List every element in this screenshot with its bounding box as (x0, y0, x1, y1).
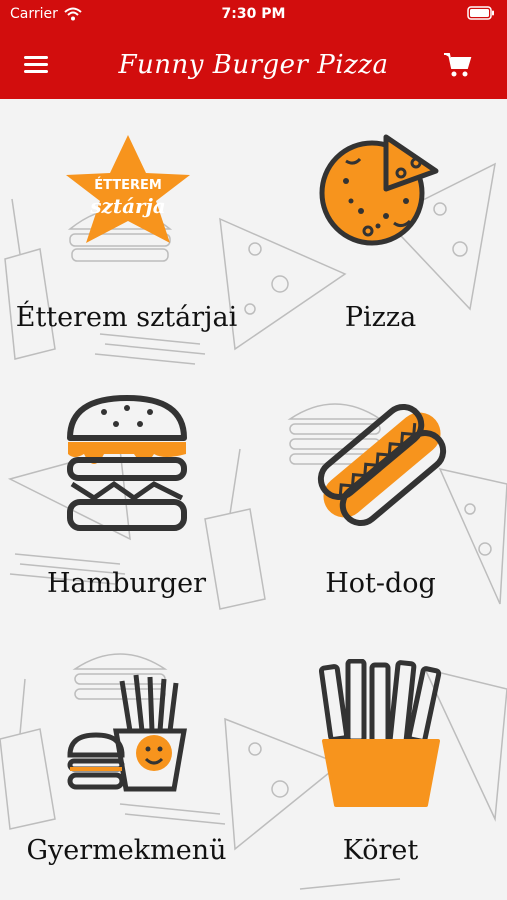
french-fries-icon (318, 659, 442, 807)
category-label: Gyermekmenü (26, 835, 227, 866)
category-tile-pizza[interactable]: Pizza (254, 99, 507, 365)
category-tile-koret[interactable]: Köret (254, 633, 507, 899)
hamburger-icon (67, 395, 187, 531)
category-label: Pizza (344, 302, 417, 333)
status-time: 7:30 PM (221, 6, 286, 22)
status-bar: Carrier 7:30 PM (0, 0, 507, 30)
page-title: Funny Burger Pizza (118, 50, 389, 80)
kids-menu-icon (67, 674, 187, 792)
category-tile-gyermekmenu[interactable]: Gyermekmenü (0, 633, 253, 899)
category-tile-hot-dog[interactable]: Hot-dog (254, 366, 507, 632)
badge-line-2: sztárja (89, 194, 166, 218)
category-label: Hamburger (47, 568, 206, 599)
navigation-bar: Funny Burger Pizza (0, 44, 507, 92)
badge-line-1: ÉTTEREM (94, 177, 162, 193)
hot-dog-icon (317, 403, 447, 527)
category-label: Köret (342, 835, 419, 866)
battery-icon (467, 6, 495, 24)
category-tile-etterem-sztarjai[interactable]: ÉTTEREM sztárja Étterem sztárjai (0, 99, 253, 365)
pizza-icon (319, 134, 439, 246)
category-label: Hot-dog (325, 568, 436, 599)
category-tile-hamburger[interactable]: Hamburger (0, 366, 253, 632)
category-label: Étterem sztárjai (15, 302, 238, 333)
app-header: Carrier 7:30 PM Funny Burger Pizza (0, 0, 507, 99)
shopping-cart-icon[interactable] (443, 52, 477, 80)
star-badge-burger-icon: ÉTTEREM sztárja (66, 135, 190, 243)
